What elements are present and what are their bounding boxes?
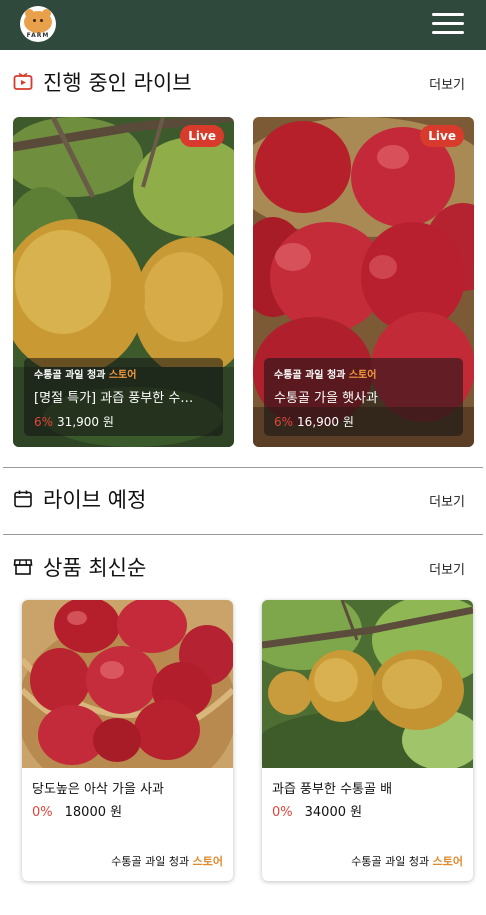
- section-title: 상품 최신순: [43, 556, 147, 580]
- live-card[interactable]: Live 수통골 과일 청과 스토어 수통골 가을 햇사과 6% 16,900 원: [253, 117, 474, 447]
- live-badge: Live: [180, 125, 224, 147]
- live-card-title: [명절 특가] 과즙 풍부한 수…: [34, 391, 194, 406]
- live-badge: Live: [420, 125, 464, 147]
- logo-text: FARM: [26, 32, 50, 39]
- live-card-info: 수통골 과일 청과 스토어 [명절 특가] 과즙 풍부한 수… 6% 31,900…: [24, 358, 223, 436]
- app-header: FARM: [0, 0, 486, 50]
- live-card-price: 6% 31,900 원: [34, 415, 114, 429]
- store-icon: [13, 559, 33, 575]
- latest-more-link[interactable]: 더보기: [429, 559, 465, 578]
- live-card[interactable]: Live 수통골 과일 청과 스토어 [명절 특가] 과즙 풍부한 수… 6% 3…: [13, 117, 234, 447]
- product-name: 당도높은 아삭 가을 사과: [32, 782, 164, 797]
- live-card-info: 수통골 과일 청과 스토어 수통골 가을 햇사과 6% 16,900 원: [264, 358, 463, 436]
- apple-image: [22, 600, 233, 768]
- live-card-title: 수통골 가을 햇사과: [274, 391, 378, 406]
- section-divider: [3, 534, 483, 535]
- hamburger-menu-icon[interactable]: [432, 12, 464, 36]
- product-name: 과즙 풍부한 수통골 배: [272, 782, 393, 797]
- upcoming-more-link[interactable]: 더보기: [429, 491, 465, 510]
- section-title: 진행 중인 라이브: [43, 71, 192, 95]
- section-divider: [3, 467, 483, 468]
- latest-section-header: 상품 최신순 더보기: [0, 547, 486, 587]
- store-name[interactable]: 수통골 과일 청과 스토어: [111, 853, 223, 869]
- store-name[interactable]: 수통골 과일 청과 스토어: [274, 366, 453, 381]
- pear-image: [262, 600, 473, 768]
- product-price: 0% 18000 원: [32, 805, 123, 820]
- tv-icon: [13, 72, 33, 90]
- bear-logo-icon[interactable]: FARM: [20, 6, 56, 42]
- product-card[interactable]: 과즙 풍부한 수통골 배 0% 34000 원 수통골 과일 청과 스토어: [262, 600, 473, 881]
- store-name[interactable]: 수통골 과일 청과 스토어: [351, 853, 463, 869]
- product-price: 0% 34000 원: [272, 805, 363, 820]
- live-now-more-link[interactable]: 더보기: [429, 74, 465, 93]
- product-card[interactable]: 당도높은 아삭 가을 사과 0% 18000 원 수통골 과일 청과 스토어: [22, 600, 233, 881]
- live-now-section-header: 진행 중인 라이브 더보기: [0, 62, 486, 102]
- calendar-icon: [14, 490, 32, 508]
- upcoming-section-header: 라이브 예정 더보기: [0, 479, 486, 519]
- store-name[interactable]: 수통골 과일 청과 스토어: [34, 366, 213, 381]
- section-title: 라이브 예정: [43, 488, 147, 512]
- live-card-price: 6% 16,900 원: [274, 415, 354, 429]
